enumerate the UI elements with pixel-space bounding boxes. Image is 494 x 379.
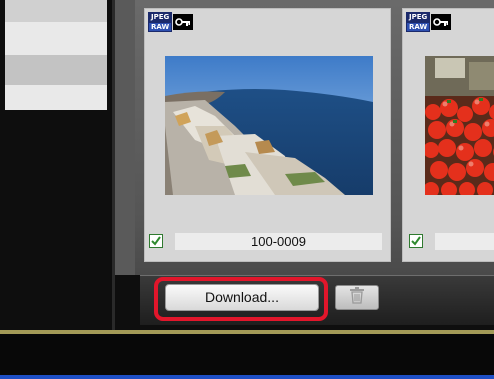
raw-badge: RAW [148, 22, 173, 32]
list-row[interactable] [5, 85, 107, 110]
select-checkbox[interactable] [409, 234, 423, 248]
jpeg-raw-protect-badge: JPEG RAW [148, 12, 194, 32]
thumbnail-photo[interactable] [425, 56, 494, 195]
app-window: JPEG RAW 100-0009 JPEG RAW Download... [0, 0, 494, 379]
footer-area [0, 334, 494, 375]
raw-badge: RAW [406, 22, 431, 32]
thumbnail-filename [435, 233, 494, 250]
trash-icon [349, 286, 365, 309]
thumbnail-filename: 100-0009 [175, 233, 382, 250]
list-row[interactable] [5, 0, 107, 22]
protect-key-icon [431, 14, 452, 30]
delete-button[interactable] [335, 285, 379, 310]
download-button[interactable]: Download... [165, 284, 319, 311]
left-list-panel [5, 0, 107, 110]
thumbnail-card[interactable]: JPEG RAW [144, 8, 391, 262]
thumbnail-card[interactable]: JPEG RAW [402, 8, 494, 262]
status-bar [0, 375, 494, 379]
select-checkbox[interactable] [149, 234, 163, 248]
thumbnail-photo[interactable] [165, 56, 373, 195]
list-row-selected[interactable] [5, 55, 107, 85]
jpeg-badge: JPEG [148, 12, 173, 22]
jpeg-badge: JPEG [406, 12, 431, 22]
jpeg-raw-protect-badge: JPEG RAW [406, 12, 452, 32]
protect-key-icon [173, 14, 194, 30]
list-row[interactable] [5, 22, 107, 55]
